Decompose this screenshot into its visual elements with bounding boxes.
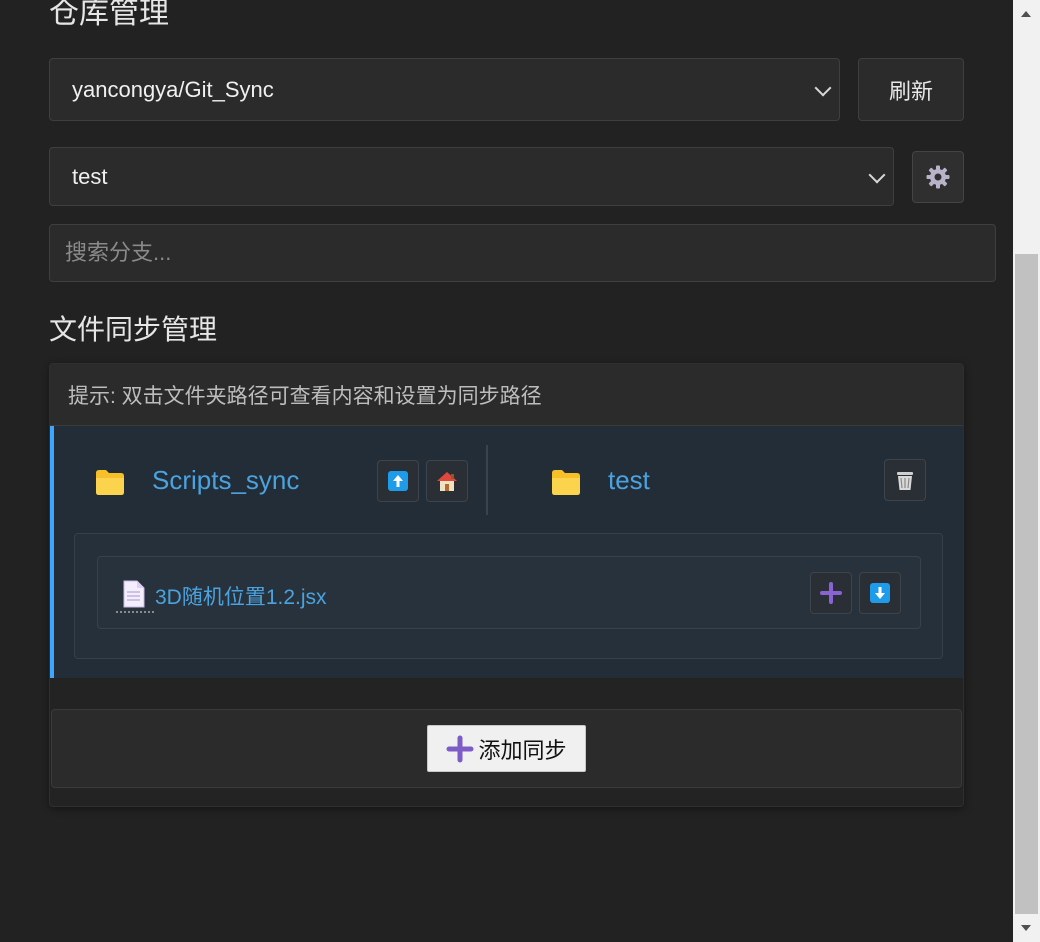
download-button[interactable] xyxy=(859,572,901,614)
arrow-up-icon xyxy=(388,471,408,491)
home-icon xyxy=(437,472,457,491)
chevron-down-icon xyxy=(814,79,832,96)
repo-section-title: 仓库管理 xyxy=(49,0,169,30)
scrollbar-thumb[interactable] xyxy=(1015,254,1038,914)
local-path[interactable]: Scripts_sync xyxy=(152,465,299,496)
arrow-down-icon xyxy=(870,583,890,603)
branch-settings-button[interactable] xyxy=(912,151,964,203)
branch-select-value: test xyxy=(72,163,108,189)
repo-select-value: yancongya/Git_Sync xyxy=(72,76,274,102)
file-name[interactable]: 3D随机位置1.2.jsx xyxy=(155,581,327,611)
repo-select[interactable]: yancongya/Git_Sync xyxy=(49,58,840,121)
upload-button[interactable] xyxy=(377,460,419,502)
scroll-up-icon[interactable] xyxy=(1021,11,1031,17)
delete-sync-button[interactable] xyxy=(884,459,926,501)
trash-icon xyxy=(897,472,913,490)
sync-section-title: 文件同步管理 xyxy=(49,314,218,345)
set-home-button[interactable] xyxy=(426,460,468,502)
gear-icon xyxy=(926,165,950,189)
add-file-button[interactable] xyxy=(810,572,852,614)
refresh-button[interactable]: 刷新 xyxy=(858,58,964,121)
file-icon xyxy=(116,580,154,613)
folder-icon xyxy=(96,470,124,495)
folder-icon xyxy=(552,470,580,495)
add-sync-button[interactable]: 添加同步 xyxy=(427,725,586,772)
sync-tip: 提示: 双击文件夹路径可查看内容和设置为同步路径 xyxy=(50,364,963,426)
chevron-down-icon xyxy=(868,166,886,183)
add-sync-label: 添加同步 xyxy=(478,737,567,763)
remote-path[interactable]: test xyxy=(608,465,650,496)
branch-select[interactable]: test xyxy=(49,147,894,206)
scroll-down-icon[interactable] xyxy=(1021,925,1031,931)
plus-icon xyxy=(446,735,474,762)
branch-search-input[interactable] xyxy=(49,224,996,282)
plus-icon xyxy=(820,582,842,604)
pair-divider xyxy=(486,445,488,515)
